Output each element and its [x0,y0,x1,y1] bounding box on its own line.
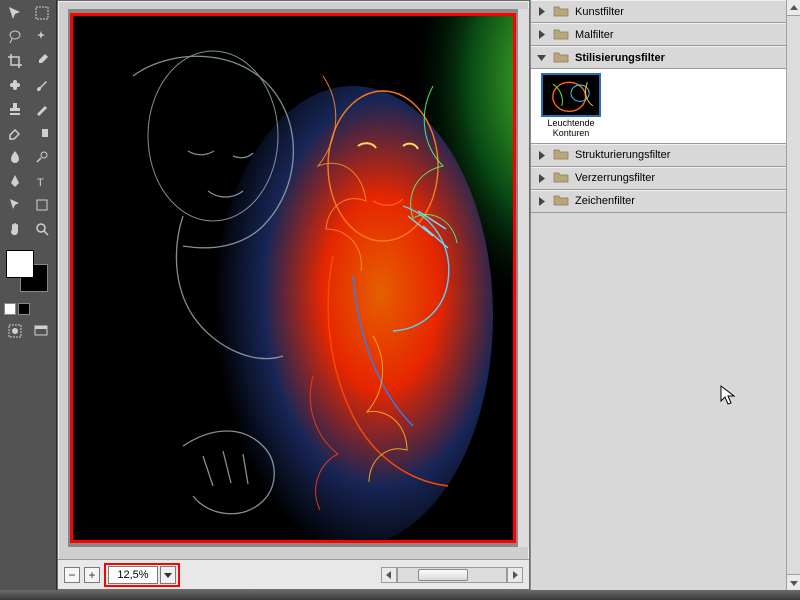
stamp-tool[interactable] [2,98,27,120]
brush-tool[interactable] [29,74,54,96]
screenmode-tool[interactable] [30,321,52,341]
filter-category-kunstfilter[interactable]: Kunstfilter [531,0,800,23]
filter-gallery-panel: Kunstfilter Malfilter Stilisierungsfilte… [530,0,800,590]
panel-vertical-scrollbar[interactable] [786,0,800,590]
filter-category-strukturierungsfilter[interactable]: Strukturierungsfilter [531,144,800,167]
history-brush-tool[interactable] [29,98,54,120]
document-status-bar: − + 12,5% [58,559,529,589]
filter-category-label: Zeichenfilter [575,195,635,207]
tool-palette: T [0,0,57,600]
disclosure-triangle-icon [537,30,547,39]
filtered-image-preview [73,16,513,540]
zoom-level-field[interactable]: 12,5% [108,566,158,584]
scroll-thumb[interactable] [418,569,468,581]
folder-icon [553,147,569,163]
filter-category-label: Strukturierungsfilter [575,149,670,161]
zoom-dropdown-button[interactable] [160,566,176,584]
zoom-highlight-frame: 12,5% [104,563,180,587]
path-select-tool[interactable] [2,194,27,216]
type-tool[interactable]: T [29,170,54,192]
folder-icon [553,193,569,209]
foreground-color-swatch[interactable] [6,250,34,278]
filter-category-label: Malfilter [575,29,614,41]
window-footer-bar [0,590,800,600]
filter-category-verzerrungsfilter[interactable]: Verzerrungsfilter [531,167,800,190]
scroll-track[interactable] [397,567,507,583]
move-tool[interactable] [2,2,27,24]
filter-category-label: Kunstfilter [575,6,624,18]
disclosure-triangle-icon [537,7,547,16]
color-swatches[interactable] [4,250,52,295]
scroll-down-button[interactable] [787,574,800,590]
svg-text:T: T [37,177,44,189]
filter-category-label: Verzerrungsfilter [575,172,655,184]
eyedropper-tool[interactable] [29,50,54,72]
preview-highlight-frame [70,13,516,543]
folder-icon [553,4,569,20]
marquee-tool[interactable] [29,2,54,24]
shape-tool[interactable] [29,194,54,216]
folder-icon [553,50,569,66]
zoom-tool[interactable] [29,218,54,240]
wand-tool[interactable] [29,26,54,48]
filter-thumb-label: Leuchtende Konturen [535,119,607,139]
folder-icon [553,170,569,186]
scroll-right-button[interactable] [507,567,523,583]
horizontal-scrollbar[interactable] [381,567,523,583]
disclosure-triangle-icon [537,174,547,183]
filter-category-malfilter[interactable]: Malfilter [531,23,800,46]
filter-thumbnails-area: Leuchtende Konturen [531,69,800,144]
filter-thumb-leuchtende-konturen[interactable]: Leuchtende Konturen [535,73,607,139]
default-colors-icon[interactable] [4,303,16,315]
folder-icon [553,27,569,43]
filter-category-stilisierungsfilter[interactable]: Stilisierungsfilter [531,46,800,69]
quickmask-tool[interactable] [4,321,26,341]
filter-category-zeichenfilter[interactable]: Zeichenfilter [531,190,800,213]
hand-tool[interactable] [2,218,27,240]
document-window: − + 12,5% [57,0,530,590]
dodge-tool[interactable] [29,146,54,168]
swap-colors-icon[interactable] [18,303,30,315]
disclosure-triangle-icon [537,151,547,160]
lasso-tool[interactable] [2,26,27,48]
blur-tool[interactable] [2,146,27,168]
heal-tool[interactable] [2,74,27,96]
scroll-up-button[interactable] [787,0,800,16]
disclosure-triangle-icon [537,53,547,62]
filter-category-label: Stilisierungsfilter [575,52,665,64]
canvas[interactable] [68,9,518,547]
pen-tool[interactable] [2,170,27,192]
gradient-tool[interactable] [29,122,54,144]
scroll-left-button[interactable] [381,567,397,583]
filter-thumbnail [541,73,601,117]
crop-tool[interactable] [2,50,27,72]
zoom-out-button[interactable]: − [64,567,80,583]
disclosure-triangle-icon [537,197,547,206]
zoom-in-button[interactable]: + [84,567,100,583]
eraser-tool[interactable] [2,122,27,144]
